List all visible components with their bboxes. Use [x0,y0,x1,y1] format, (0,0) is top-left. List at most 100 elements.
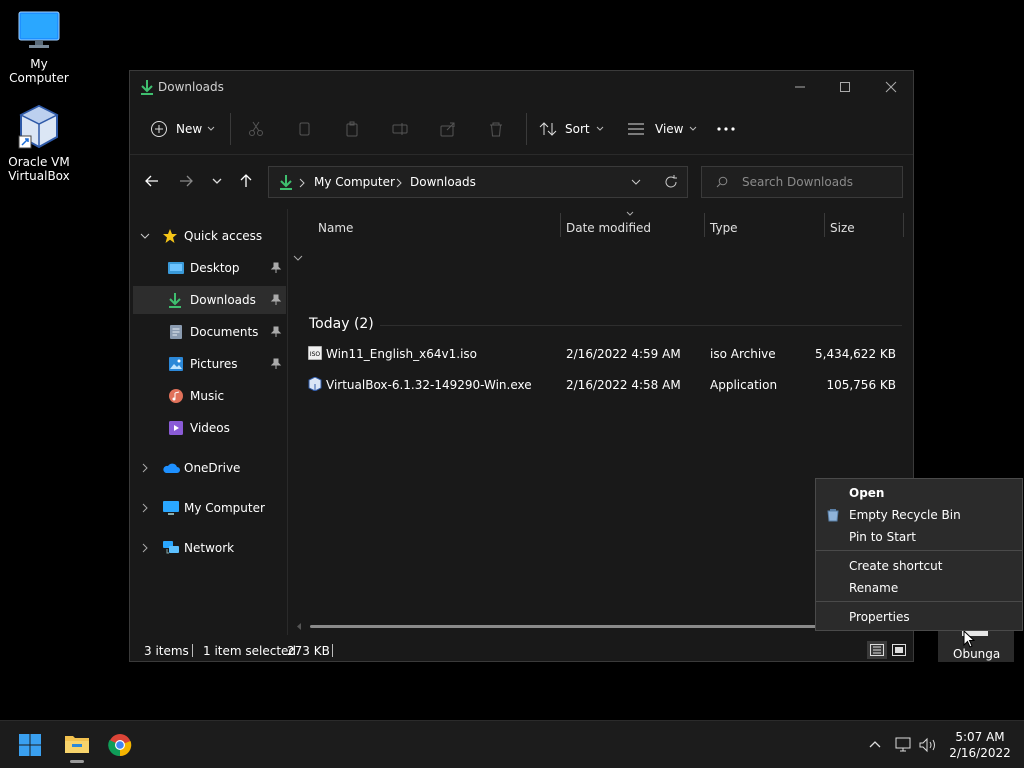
view-button[interactable]: View [627,115,697,143]
chevron-right-icon [396,178,402,188]
rename-button[interactable] [386,115,414,143]
cut-button[interactable] [242,115,270,143]
network-status-button[interactable] [894,737,912,753]
chevron-down-icon [596,126,603,131]
address-bar[interactable]: My Computer Downloads [268,166,688,198]
cloud-icon [163,463,180,473]
share-button[interactable] [434,115,462,143]
status-divider [192,644,193,657]
desktop-icon-virtualbox[interactable]: Oracle VM VirtualBox [0,104,78,183]
desktop-icon-my-computer[interactable]: My Computer [0,10,78,85]
command-bar: New Sort View [130,103,913,155]
column-header-type[interactable]: Type [710,221,738,241]
file-explorer-window: Downloads New Sort View My Computer Down… [129,70,914,662]
minimize-button[interactable] [788,75,812,99]
horizontal-scrollbar[interactable] [297,623,820,630]
column-divider[interactable] [903,213,904,237]
menu-separator [816,601,1022,602]
delete-button[interactable] [482,115,510,143]
chevron-down-icon [212,178,222,184]
chevron-down-icon [690,126,697,131]
breadcrumb-downloads[interactable]: Downloads [410,175,476,189]
nav-network[interactable]: Network [130,534,286,562]
menu-separator [816,550,1022,551]
search-box[interactable]: Search Downloads [701,166,903,198]
volume-button[interactable] [918,737,938,753]
file-name: VirtualBox-6.1.32-149290-Win.exe [326,378,532,392]
pin-icon [270,326,282,337]
breadcrumb-my-computer[interactable]: My Computer [314,175,395,189]
nav-onedrive[interactable]: OneDrive [130,454,286,482]
clipboard-icon [346,121,358,137]
clock-time: 5:07 AM [955,730,1005,744]
maximize-button[interactable] [833,75,857,99]
column-divider[interactable] [704,213,705,237]
column-header-size[interactable]: Size [830,221,855,241]
chevron-down-icon[interactable] [631,179,641,186]
refresh-icon[interactable] [663,174,679,190]
menu-item-empty-recycle-bin[interactable]: Empty Recycle Bin [816,504,1022,526]
more-options-button[interactable] [712,115,740,143]
close-button[interactable] [879,75,903,99]
nav-item-pictures[interactable]: Pictures [130,350,286,378]
menu-item-rename[interactable]: Rename [816,577,1022,599]
new-button[interactable]: New [150,115,215,143]
start-button[interactable] [16,731,44,759]
nav-item-music[interactable]: Music [130,382,286,410]
column-divider[interactable] [560,213,561,237]
clock-date: 2/16/2022 [949,746,1011,760]
scissors-icon [249,121,263,136]
title-bar[interactable]: Downloads [130,71,913,103]
taskbar-file-explorer[interactable] [60,729,94,763]
chevron-right-icon [142,503,148,513]
forward-button[interactable] [174,169,198,193]
taskbar-chrome[interactable] [106,731,134,759]
status-selected: 1 item selected [203,644,297,658]
nav-item-desktop[interactable]: Desktop [130,254,286,282]
menu-item-pin-to-start[interactable]: Pin to Start [816,526,1022,548]
network-icon [163,541,179,554]
status-item-count: 3 items [144,644,189,658]
recent-locations-button[interactable] [205,169,229,193]
desktop-icon-label: Obunga [953,647,1001,661]
file-row[interactable]: ISO Win11_English_x64v1.iso 2/16/2022 4:… [298,340,904,368]
copy-button[interactable] [290,115,318,143]
nav-quick-access[interactable]: Quick access [130,222,286,250]
trash-icon [490,122,502,137]
column-header-date-modified[interactable]: Date modified [566,221,651,241]
navigation-row: My Computer Downloads Search Downloads [130,155,913,209]
monitor-icon [18,11,60,48]
column-header-name[interactable]: Name [318,221,353,241]
back-button[interactable] [140,169,164,193]
toolbar-divider [230,113,231,145]
menu-item-open[interactable]: Open [816,482,1022,504]
status-divider [332,644,333,657]
search-icon [716,176,728,188]
chevron-right-icon [299,178,305,188]
show-hidden-icons-button[interactable] [867,737,883,753]
clock[interactable]: 5:07 AM 2/16/2022 [944,727,1016,763]
chevron-right-icon [142,543,148,553]
nav-item-documents[interactable]: Documents [130,318,286,346]
large-icons-view-button[interactable] [889,641,909,659]
file-row[interactable]: VirtualBox-6.1.32-149290-Win.exe 2/16/20… [298,371,904,399]
close-icon [885,81,897,93]
column-divider[interactable] [824,213,825,237]
desktop-icon-label: My Computer [9,57,69,85]
nav-item-downloads[interactable]: Downloads [133,286,286,314]
menu-item-create-shortcut[interactable]: Create shortcut [816,555,1022,577]
nav-my-computer[interactable]: My Computer [130,494,286,522]
menu-item-properties[interactable]: Properties [816,606,1022,628]
arrow-left-icon [145,175,158,187]
details-view-button[interactable] [867,641,887,659]
view-list-icon [628,123,644,135]
running-indicator [70,760,84,763]
rename-icon [392,123,408,135]
up-button[interactable] [234,169,258,193]
paste-button[interactable] [338,115,366,143]
sort-button[interactable]: Sort [539,115,604,143]
nav-item-videos[interactable]: Videos [130,414,286,442]
scrollbar-thumb[interactable] [310,625,820,628]
scroll-left-icon[interactable] [296,623,302,630]
share-icon [440,122,455,137]
